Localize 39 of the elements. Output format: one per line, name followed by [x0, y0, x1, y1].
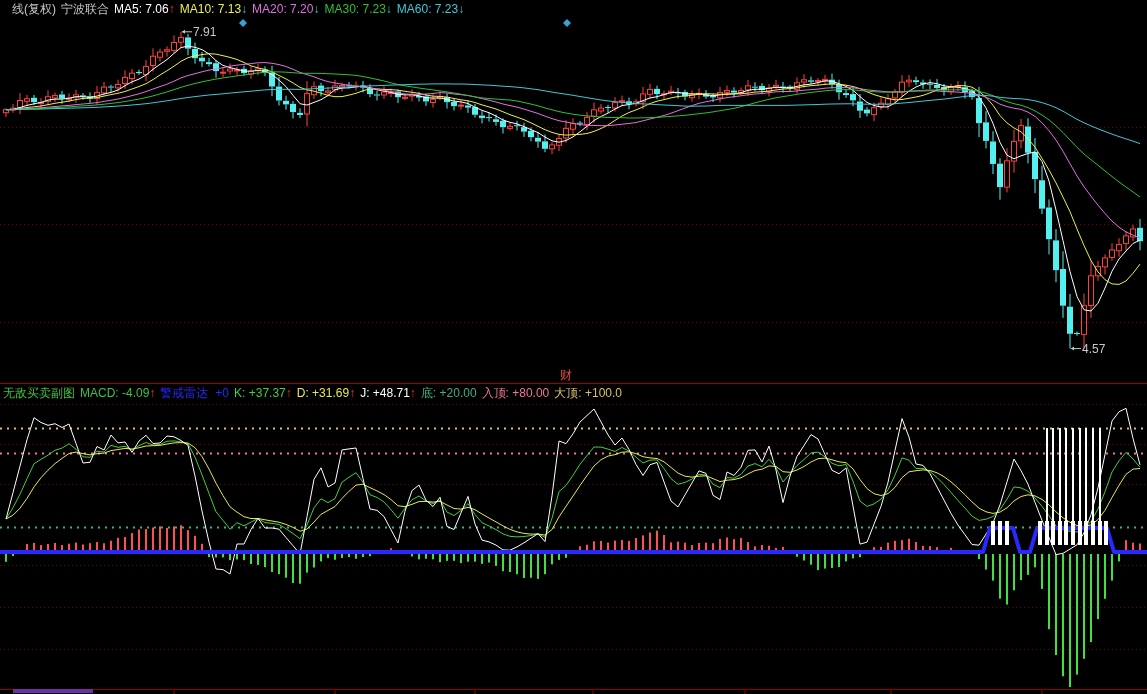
price-label: 4.57 [1082, 341, 1106, 356]
scrollbar-thumb[interactable] [13, 689, 93, 693]
diamond-icon [239, 19, 247, 27]
chart-period: 线(复权) [12, 2, 56, 17]
radar-value: +0 [215, 386, 230, 401]
signal-bar [1038, 521, 1042, 545]
level-value: 入顶: +80.00 [481, 386, 550, 401]
trend-arrow: ↑ [409, 386, 416, 401]
trend-arrow: ↓ [458, 2, 465, 17]
indicator-title: 无敌买卖副图 [3, 386, 75, 401]
price-label: 7.91 [193, 24, 217, 39]
signal-bar [998, 521, 1002, 545]
leader-arrow [1070, 346, 1082, 351]
trend-arrow: ↑ [285, 386, 292, 401]
ma-value: MA10: 7.13 [179, 2, 242, 17]
trend-arrow: ↓ [313, 2, 320, 17]
trend-arrow: ↓ [385, 2, 392, 17]
event-mark: 财 [560, 368, 572, 382]
stock-name: 宁波联合 [61, 2, 109, 17]
trend-arrow: ↑ [168, 2, 175, 17]
trend-arrow: ↑ [149, 386, 156, 401]
trend-arrow: ↑ [349, 386, 356, 401]
ma-value: MA5: 7.06 [114, 2, 169, 17]
level-value: 底: +20.00 [420, 386, 477, 401]
signal-bar [991, 521, 995, 545]
leader-arrow [181, 29, 193, 34]
signal-bar [1005, 521, 1009, 545]
level-value: 大顶: +100.0 [554, 386, 622, 401]
indicator-value: MACD: -4.09 [80, 386, 150, 401]
indicator-value: D: +31.69 [296, 386, 350, 401]
radar-label: 警戒雷达 [160, 386, 209, 401]
trend-arrow: ↓ [241, 2, 248, 17]
diamond-icon [563, 19, 571, 27]
ma-value: MA30: 7.23 [324, 2, 386, 17]
ma-value: MA20: 7.20 [252, 2, 314, 17]
signal-bar [1104, 521, 1108, 545]
ma-value: MA60: 7.23 [396, 2, 459, 17]
indicator-value: J: +48.71 [360, 386, 410, 401]
indicator-value: K: +37.37 [234, 386, 286, 401]
